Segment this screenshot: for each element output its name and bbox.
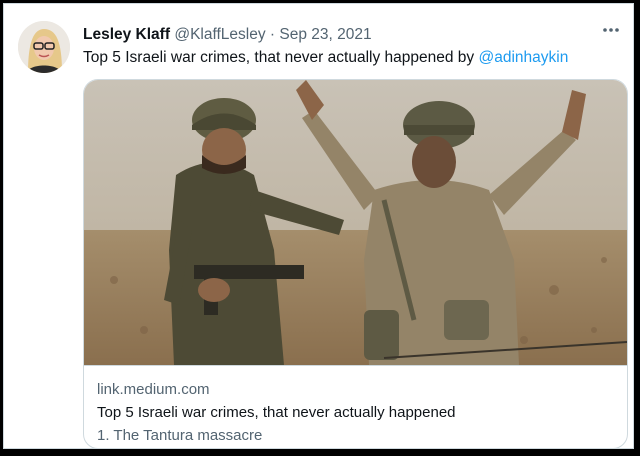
card-domain: link.medium.com	[97, 381, 210, 398]
avatar-image	[18, 21, 70, 73]
avatar[interactable]	[18, 21, 70, 73]
tweet-text: Top 5 Israeli war crimes, that never act…	[83, 47, 621, 69]
card-title[interactable]: Top 5 Israeli war crimes, that never act…	[97, 403, 456, 423]
separator-dot: ·	[269, 26, 276, 43]
card-image	[84, 80, 627, 365]
card-description: 1. The Tantura massacre	[97, 427, 263, 444]
tweet-container: Lesley Klaff @KlaffLesley · Sep 23, 2021…	[3, 3, 634, 449]
tweet-date[interactable]: Sep 23, 2021	[279, 26, 371, 43]
card-body: link.medium.com Top 5 Israeli war crimes…	[84, 365, 627, 448]
mention-link[interactable]: @adinhaykin	[478, 49, 568, 66]
author-name[interactable]: Lesley Klaff	[83, 26, 170, 43]
tweet-header: Lesley Klaff @KlaffLesley · Sep 23, 2021	[83, 24, 593, 46]
tweet-body-text: Top 5 Israeli war crimes, that never act…	[83, 49, 479, 66]
more-icon[interactable]	[601, 24, 621, 40]
link-card[interactable]: link.medium.com Top 5 Israeli war crimes…	[83, 79, 628, 449]
author-handle[interactable]: @KlaffLesley	[174, 26, 265, 43]
